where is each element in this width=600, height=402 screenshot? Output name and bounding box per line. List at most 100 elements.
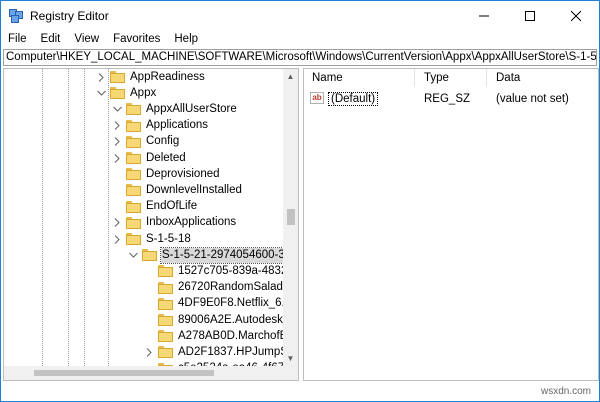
folder-icon [126,184,141,197]
value-row[interactable]: ab (Default) REG_SZ (value not set) [304,91,598,107]
column-divider[interactable] [414,69,415,87]
minimize-button[interactable] [461,1,507,30]
tree-item-label: S-1-5-18 [146,232,191,245]
close-button[interactable] [553,1,599,30]
chevron-down-icon[interactable] [112,101,122,117]
tree-item[interactable]: DownlevelInstalled [112,182,243,198]
tree-item[interactable]: Deprovisioned [112,166,221,182]
menu-edit[interactable]: Edit [34,30,68,48]
tree-item[interactable]: Applications [112,118,209,134]
menu-favorites[interactable]: Favorites [106,30,167,48]
tree-item[interactable]: A278AB0D.MarchofEmp [144,328,299,344]
chevron-down-icon[interactable] [128,247,138,263]
tree-item[interactable]: Config [112,134,180,150]
address-bar[interactable]: Computer\HKEY_LOCAL_MACHINE\SOFTWARE\Mic… [3,49,597,66]
values-pane[interactable]: Name Type Data ab (Default) REG_SZ (valu… [303,68,599,381]
tree-item-label: Applications [146,119,209,132]
watermark: wsxdn.com [540,386,591,397]
tree-item[interactable]: 4DF9E0F8.Netflix_6.61.26 [144,296,298,312]
folder-icon [158,281,173,294]
chevron-right-icon[interactable] [112,231,122,247]
menu-bar: File Edit View Favorites Help [1,30,599,48]
tree-item[interactable]: S-1-5-21-2974054600-38712 [128,246,298,264]
folder-icon [126,233,141,245]
chevron-right-icon[interactable] [96,69,106,85]
title-bar[interactable]: Registry Editor [1,1,599,30]
minimize-icon [479,15,489,16]
scroll-down-icon[interactable]: ▼ [283,351,298,366]
tree-item-label: AppReadiness [130,70,205,83]
tree-item-label: 26720RandomSaladGam [178,281,299,294]
folder-icon [126,168,141,181]
tree-item-label: AD2F1837.HPJumpStart_ [178,345,299,358]
tree-guide-line [108,69,109,380]
folder-icon [158,297,173,310]
tree-item-label: S-1-5-21-2974054600-38712 [159,246,298,264]
tree-item[interactable]: AD2F1837.HPJumpStart_ [144,344,299,360]
tree-vertical-scrollbar[interactable]: ▲ ▼ [283,69,298,366]
folder-icon [126,119,141,132]
tree-item[interactable]: 26720RandomSaladGam [144,280,299,296]
column-header-type[interactable]: Type [416,69,486,87]
chevron-right-icon[interactable] [112,118,122,134]
tree-item-label: DownlevelInstalled [146,183,242,196]
tree-item-label: EndOfLife [146,200,198,213]
folder-icon [126,200,141,213]
chevron-down-icon[interactable] [96,85,106,101]
tree-item[interactable]: S-1-5-18 [112,231,192,247]
tree-item[interactable]: 1527c705-839a-4832-911 [144,263,298,279]
tree-guide-line [84,69,85,380]
chevron-right-icon[interactable] [112,134,122,150]
tree-item-label: 89006A2E.AutodeskSket [178,313,299,326]
tree-item-label: Deprovisioned [146,167,220,180]
tree-item[interactable]: InboxApplications [112,215,237,231]
tree-horizontal-scrollbar[interactable] [4,366,298,380]
string-value-icon: ab [310,92,324,104]
tree-guide-line [68,69,69,380]
folder-icon [110,71,125,83]
column-header-name[interactable]: Name [304,69,414,87]
folder-icon [126,103,141,116]
chevron-right-icon[interactable] [112,215,122,231]
tree-item-label: AppxAllUserStore [146,102,237,115]
column-header-data[interactable]: Data [488,69,598,87]
tree-item[interactable]: AppxAllUserStore [112,101,238,117]
value-name: (Default) [328,92,379,106]
tree-item-label: A278AB0D.MarchofEmp [178,329,299,342]
tree-item[interactable]: Deleted [112,150,187,166]
scroll-up-icon[interactable]: ▲ [283,69,298,84]
scroll-thumb[interactable] [287,209,295,225]
tree-item[interactable]: EndOfLife [112,199,198,215]
tree-item[interactable]: AppReadiness [96,69,206,85]
tree-item[interactable]: 89006A2E.AutodeskSket [144,312,299,328]
folder-icon [158,330,173,343]
menu-help[interactable]: Help [167,30,205,48]
tree-item-label: InboxApplications [146,216,237,229]
maximize-icon [525,10,535,21]
tree-item[interactable]: Appx [96,85,157,101]
horizontal-scroll-thumb[interactable] [34,370,214,376]
folder-icon [142,249,157,262]
registry-editor-icon [9,8,23,23]
maximize-button[interactable] [507,1,553,30]
chevron-right-icon[interactable] [112,150,122,166]
registry-editor-window: Registry Editor File Edit View Favorites… [0,0,600,402]
folder-icon [158,314,173,326]
tree-item-label: Deleted [146,151,186,164]
menu-view[interactable]: View [67,30,106,48]
key-tree-pane[interactable]: AppReadiness Appx AppxAllUserStore Applicat… [3,68,299,381]
folder-icon [158,265,173,278]
tree-item-label: 4DF9E0F8.Netflix_6.61.26 [178,297,298,310]
menu-file[interactable]: File [1,30,34,48]
tree-guide-line [42,69,43,380]
chevron-right-icon[interactable] [144,344,154,360]
column-divider[interactable] [486,69,487,87]
folder-icon [158,346,173,359]
